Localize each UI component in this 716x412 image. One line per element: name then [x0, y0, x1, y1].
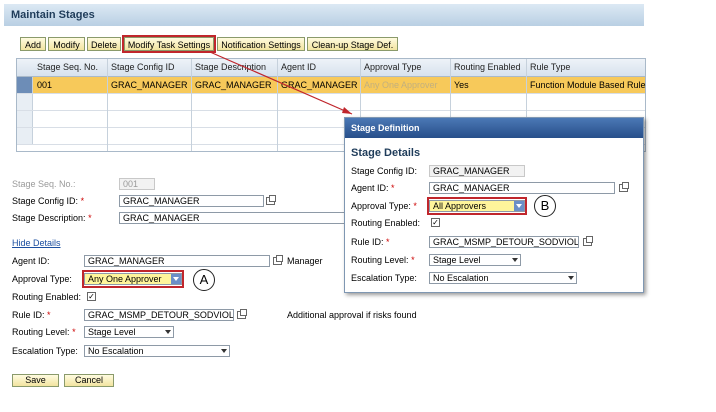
- popup-rule-label: Rule ID: *: [351, 237, 390, 247]
- popup-routing-label: Routing Enabled:: [351, 218, 421, 228]
- popup-approval-label: Approval Type: *: [351, 201, 417, 211]
- popup-title: Stage Definition: [351, 123, 420, 133]
- popup-routing-level-value: Stage Level: [433, 255, 481, 265]
- callout-b: B: [534, 195, 556, 217]
- popup-config-field: GRAC_MANAGER: [429, 165, 525, 177]
- stage-details-heading: Stage Details: [351, 147, 421, 159]
- chevron-down-icon[interactable]: [568, 276, 574, 280]
- popup-routing-level-dropdown[interactable]: Stage Level: [429, 254, 521, 266]
- popup-escalation-label: Escalation Type:: [351, 273, 417, 283]
- popup-header: Stage Definition: [345, 118, 643, 138]
- popup-escalation-dropdown[interactable]: No Escalation: [429, 272, 577, 284]
- popup-routing-checkbox[interactable]: ✓: [431, 218, 440, 227]
- popup-agent-field[interactable]: GRAC_MANAGER: [429, 182, 615, 194]
- popup-approval-highlight: [427, 197, 527, 215]
- chevron-down-icon[interactable]: [512, 258, 518, 262]
- value-help-icon[interactable]: [583, 236, 593, 246]
- popup-routing-level-label: Routing Level: *: [351, 255, 415, 265]
- value-help-icon[interactable]: [619, 182, 629, 192]
- stage-definition-popup: Stage Definition Stage Details Stage Con…: [344, 117, 644, 293]
- popup-rule-field[interactable]: GRAC_MSMP_DETOUR_SODVIOL: [429, 236, 579, 248]
- popup-escalation-value: No Escalation: [433, 273, 489, 283]
- popup-agent-label: Agent ID: *: [351, 183, 395, 193]
- popup-config-label: Stage Config ID:: [351, 166, 418, 176]
